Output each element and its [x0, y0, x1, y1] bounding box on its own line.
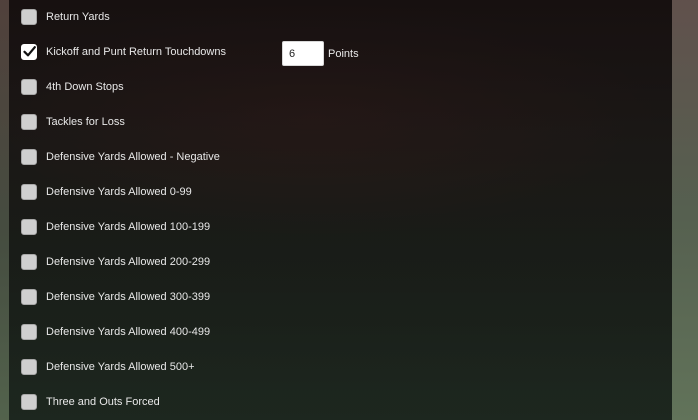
checkmark-icon — [23, 46, 36, 57]
defensive-yards-300-399-checkbox[interactable] — [21, 289, 37, 305]
defensive-yards-500-plus-checkbox[interactable] — [21, 359, 37, 375]
option-label: Kickoff and Punt Return Touchdowns — [46, 46, 226, 58]
defensive-yards-100-199-checkbox[interactable] — [21, 219, 37, 235]
option-label: Tackles for Loss — [46, 116, 125, 128]
option-row-defensive-yards-300-399[interactable]: Defensive Yards Allowed 300-399 — [21, 288, 210, 306]
points-label: Points — [328, 47, 359, 60]
three-and-outs-forced-checkbox[interactable] — [21, 394, 37, 410]
return-yards-checkbox[interactable] — [21, 9, 37, 25]
option-label: Three and Outs Forced — [46, 396, 160, 408]
option-label: Defensive Yards Allowed 0-99 — [46, 186, 192, 198]
defensive-yards-200-299-checkbox[interactable] — [21, 254, 37, 270]
background-left-edge — [0, 0, 9, 420]
option-row-defensive-yards-negative[interactable]: Defensive Yards Allowed - Negative — [21, 148, 220, 166]
option-row-defensive-yards-100-199[interactable]: Defensive Yards Allowed 100-199 — [21, 218, 210, 236]
points-input[interactable] — [282, 41, 324, 66]
background-right-edge — [672, 0, 698, 420]
option-row-defensive-yards-0-99[interactable]: Defensive Yards Allowed 0-99 — [21, 183, 192, 201]
4th-down-stops-checkbox[interactable] — [21, 79, 37, 95]
option-label: Defensive Yards Allowed - Negative — [46, 151, 220, 163]
option-label: Return Yards — [46, 11, 110, 23]
option-row-three-and-outs-forced[interactable]: Three and Outs Forced — [21, 393, 160, 411]
option-label: Defensive Yards Allowed 500+ — [46, 361, 195, 373]
defensive-yards-negative-checkbox[interactable] — [21, 149, 37, 165]
option-label: Defensive Yards Allowed 100-199 — [46, 221, 211, 233]
option-row-tackles-for-loss[interactable]: Tackles for Loss — [21, 113, 125, 131]
tackles-for-loss-checkbox[interactable] — [21, 114, 37, 130]
option-label: Defensive Yards Allowed 300-399 — [46, 291, 211, 303]
option-label: Defensive Yards Allowed 400-499 — [46, 326, 211, 338]
option-label: 4th Down Stops — [46, 81, 124, 93]
defensive-yards-400-499-checkbox[interactable] — [21, 324, 37, 340]
option-row-defensive-yards-200-299[interactable]: Defensive Yards Allowed 200-299 — [21, 253, 210, 271]
kickoff-punt-return-touchdowns-checkbox[interactable] — [21, 44, 37, 60]
defensive-yards-0-99-checkbox[interactable] — [21, 184, 37, 200]
option-row-kickoff-punt-return-touchdowns[interactable]: Kickoff and Punt Return Touchdowns — [21, 43, 226, 61]
option-label: Defensive Yards Allowed 200-299 — [46, 256, 211, 268]
option-row-return-yards[interactable]: Return Yards — [21, 8, 110, 26]
option-row-defensive-yards-500-plus[interactable]: Defensive Yards Allowed 500+ — [21, 358, 195, 376]
option-row-defensive-yards-400-499[interactable]: Defensive Yards Allowed 400-499 — [21, 323, 210, 341]
option-row-4th-down-stops[interactable]: 4th Down Stops — [21, 78, 124, 96]
points-field-group: Points — [282, 41, 359, 66]
